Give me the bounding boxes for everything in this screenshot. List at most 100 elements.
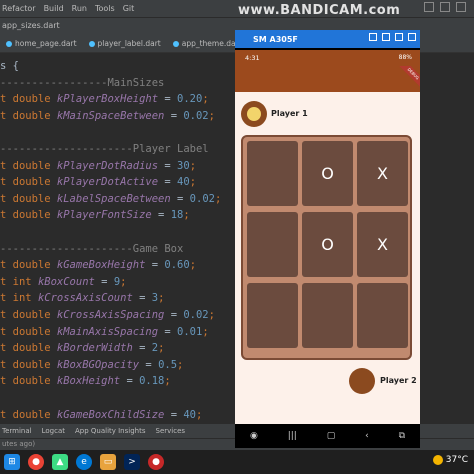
code-keyword: t double (0, 325, 57, 338)
code-keyword: t int (0, 275, 38, 288)
code-keyword: t double (0, 159, 57, 172)
code-keyword: t double (0, 176, 57, 189)
minimize-icon[interactable] (424, 2, 434, 12)
logcat-tab[interactable]: Logcat (42, 427, 65, 435)
code-variable: kCrossAxisSpacing (56, 309, 165, 321)
android-studio-icon[interactable]: ▲ (52, 454, 68, 470)
code-line: t double kPlayerDotRadius = 30; (0, 158, 196, 174)
terminal-tab[interactable]: Terminal (2, 427, 32, 435)
windows-start-icon[interactable]: ⊞ (4, 454, 20, 470)
edge-icon[interactable]: e (76, 454, 92, 470)
code-variable: kBoxHeight (56, 375, 121, 388)
board-cell[interactable] (247, 283, 298, 348)
code-number: 0.5 (158, 358, 178, 371)
board-cell[interactable] (302, 283, 353, 348)
settings-icon[interactable] (382, 33, 390, 41)
services-tab[interactable]: Services (156, 427, 186, 435)
window-controls (424, 2, 466, 12)
code-text: s { (0, 60, 19, 72)
sun-icon (432, 455, 443, 465)
code-number: 40 (177, 176, 190, 189)
code-variable: kPlayerBoxHeight (56, 93, 159, 106)
code-number: 0.20 (177, 93, 203, 106)
recorder-icon[interactable]: ● (148, 454, 164, 470)
code-semicolon: ; (158, 292, 165, 305)
board-cell[interactable] (357, 283, 408, 348)
code-number: 18 (170, 209, 184, 222)
dart-file-icon (172, 40, 179, 47)
board-cell[interactable]: X (357, 212, 408, 277)
code-line: t int kCrossAxisCount = 3; (0, 290, 164, 306)
menu-run[interactable]: Run (72, 4, 87, 13)
code-operator: = (164, 109, 184, 122)
code-variable: kCrossAxisCount (37, 292, 133, 305)
code-semicolon: ; (208, 109, 215, 122)
tab-player-label[interactable]: player_label.dart (83, 39, 167, 48)
menu-build[interactable]: Build (44, 4, 64, 13)
code-operator: = (164, 309, 184, 321)
code-variable: kBoxBGOpacity (56, 358, 140, 371)
weather-widget[interactable]: 37°C (432, 455, 468, 465)
code-line: t double kGameBoxChildSize = 40; (0, 407, 202, 423)
code-variable: kPlayerFontSize (56, 209, 152, 222)
code-keyword: t double (0, 209, 57, 222)
board-cell[interactable] (247, 141, 298, 206)
terminal-icon[interactable]: > (124, 454, 140, 470)
minimize-icon[interactable] (395, 33, 403, 41)
folder-icon[interactable]: ▭ (100, 454, 116, 470)
device-name: SM A305F (253, 34, 298, 44)
code-comment: ---------------------Player Label (0, 143, 209, 155)
screenshot-icon[interactable]: ⧉ (399, 431, 405, 441)
phone-time: 4:31 (245, 54, 260, 62)
code-semicolon: ; (214, 192, 222, 205)
code-operator: = (158, 93, 178, 106)
camera-icon[interactable] (369, 33, 377, 41)
tab-label: player_label.dart (97, 39, 161, 48)
board-cell[interactable]: O (302, 141, 353, 206)
code-operator: = (132, 292, 152, 305)
menu-tools[interactable]: Tools (95, 4, 115, 13)
board-cell[interactable] (247, 212, 298, 277)
code-keyword: t double (0, 93, 57, 106)
player1-active-indicator (247, 107, 261, 121)
code-semicolon: ; (208, 309, 215, 321)
code-operator: = (139, 358, 159, 371)
bandicam-watermark: www.BANDICAM.com (238, 3, 401, 18)
dart-file-icon (88, 40, 95, 47)
close-icon[interactable] (456, 2, 466, 12)
windows-taskbar: ⊞ ● ▲ e ▭ > ● 37°C (0, 450, 474, 474)
code-variable: kBoxCount (37, 275, 95, 288)
code-line: t double kPlayerDotActive = 40; (0, 174, 196, 190)
app-quality-insights-tab[interactable]: App Quality Insights (75, 427, 146, 435)
tab-app-theme[interactable]: app_theme.dar (167, 39, 245, 48)
code-line: t double kCrossAxisSpacing = 0.02; (0, 307, 215, 323)
close-icon[interactable] (408, 33, 416, 41)
emulator-titlebar: SM A305F (235, 30, 420, 48)
player1-label: Player 1 (271, 109, 308, 118)
code-number: 0.01 (177, 325, 203, 338)
board-cell[interactable]: X (357, 141, 408, 206)
code-variable: kPlayerDotActive (56, 176, 159, 189)
code-operator: = (158, 325, 178, 338)
board-cell[interactable]: O (302, 212, 353, 277)
code-number: 0.02 (183, 109, 209, 122)
breadcrumb[interactable]: app_sizes.dart (2, 21, 60, 30)
menu-refactor[interactable]: Refactor (2, 4, 36, 13)
code-variable: kPlayerDotRadius (56, 159, 159, 172)
code-line: ---------------------Game Box (0, 241, 183, 257)
tab-label: app_theme.dar (181, 39, 239, 48)
chrome-icon[interactable]: ● (28, 454, 44, 470)
recents-icon[interactable]: ||| (288, 431, 297, 441)
code-semicolon: ; (196, 408, 203, 421)
code-number: 0.18 (139, 375, 165, 388)
maximize-icon[interactable] (440, 2, 450, 12)
tab-home-page[interactable]: home_page.dart (0, 39, 83, 48)
assistant-icon[interactable]: ◉ (250, 431, 258, 441)
code-keyword: t double (0, 259, 57, 272)
back-icon[interactable]: ‹ (365, 431, 369, 441)
home-icon[interactable]: ▢ (327, 431, 336, 441)
app-bar: DEBUG (235, 66, 420, 92)
code-semicolon: ; (202, 93, 209, 106)
menu-git[interactable]: Git (123, 4, 135, 13)
code-variable: kMainSpaceBetween (56, 109, 165, 122)
